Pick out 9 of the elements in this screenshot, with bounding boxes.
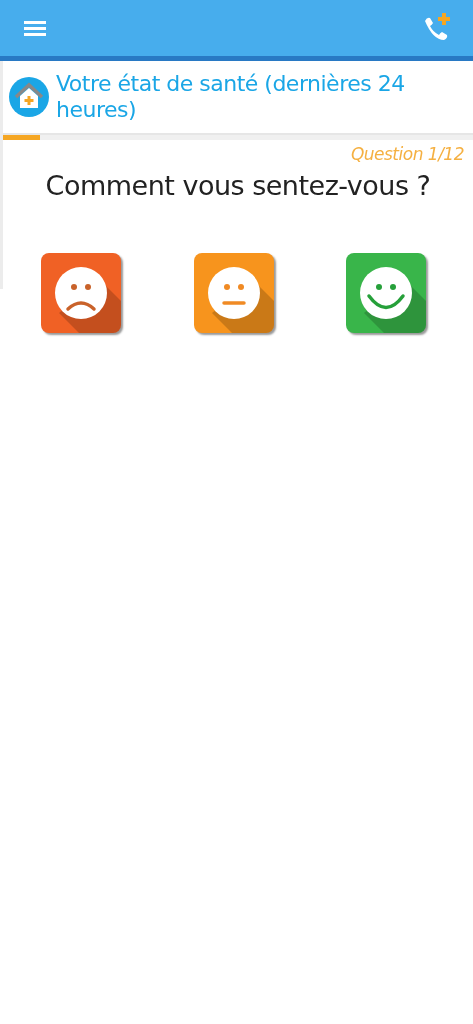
question-text: Comment vous sentez-vous ? bbox=[44, 170, 432, 201]
page-title: Votre état de santé (dernières 24 heures) bbox=[56, 71, 406, 123]
menu-button[interactable] bbox=[24, 20, 46, 36]
question-counter: Question 1/12 bbox=[350, 144, 464, 164]
home-care-icon bbox=[8, 76, 50, 118]
menu-icon bbox=[24, 20, 46, 36]
neutral-face-button[interactable] bbox=[193, 253, 274, 333]
happy-face-button[interactable] bbox=[346, 253, 426, 333]
sad-face-button[interactable] bbox=[41, 253, 121, 333]
